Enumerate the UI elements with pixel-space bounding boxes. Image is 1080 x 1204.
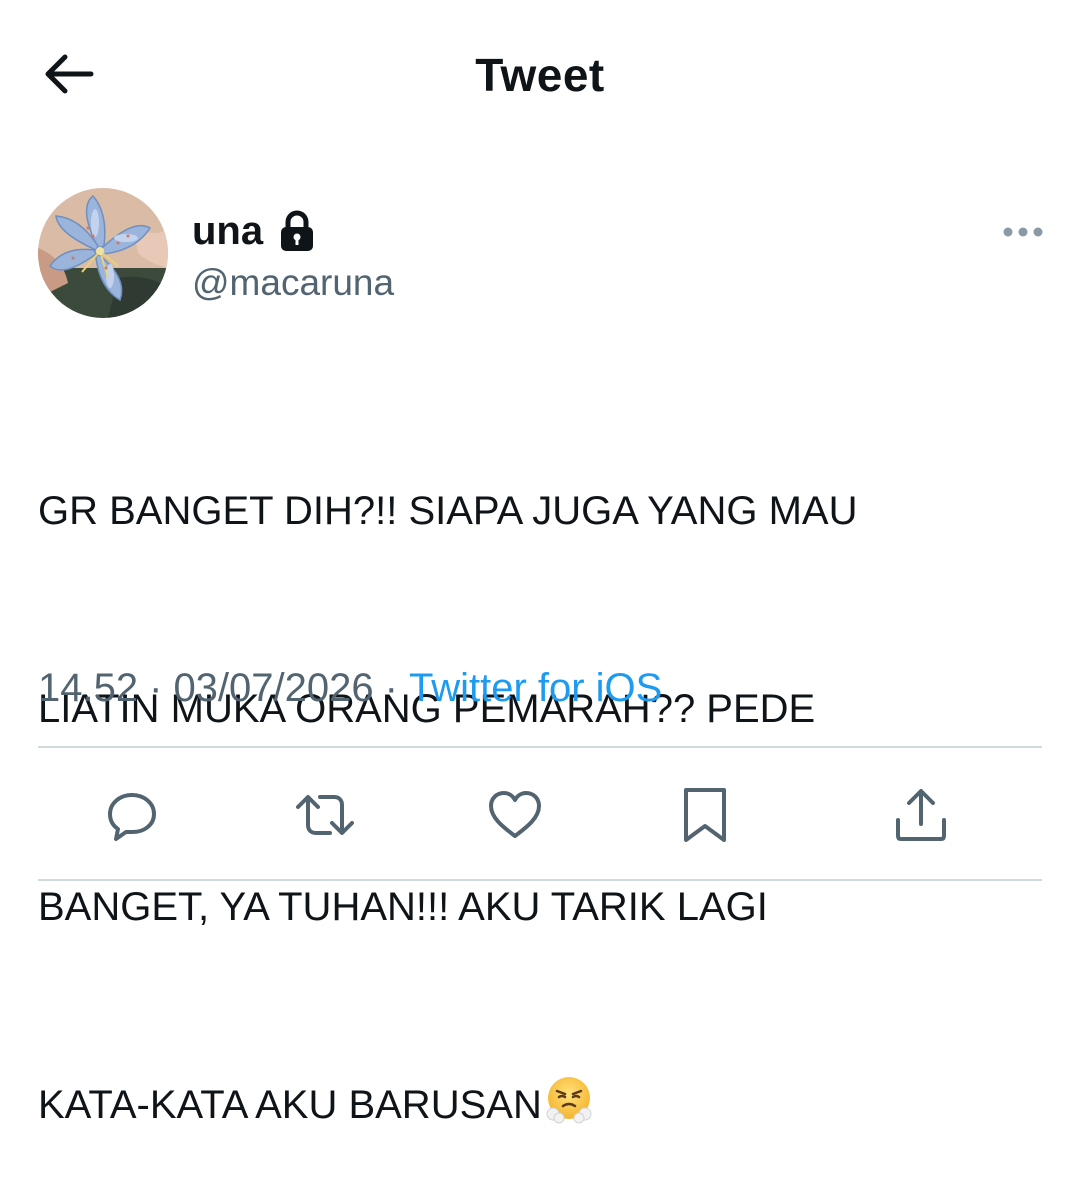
lock-icon [279, 209, 315, 253]
author-name-row[interactable]: una [192, 204, 315, 258]
tweet-date: 03/07/2026 [173, 665, 374, 710]
bookmark-icon [684, 788, 726, 842]
tweet-text-line: KATA-KATA AKU BARUSAN [38, 1083, 542, 1127]
tweet-text-line: BANGET, YA TUHAN!!! AKU TARIK LAGI [38, 885, 768, 929]
user-handle[interactable]: @macaruna [192, 262, 394, 304]
like-button[interactable] [480, 780, 550, 850]
tweet-text-last-line: KATA-KATA AKU BARUSAN [38, 1072, 1048, 1138]
page-title: Tweet [475, 49, 605, 101]
avatar-image [38, 188, 168, 318]
tweet-metadata: 14.52 · 03/07/2026 · Twitter for iOS [38, 660, 662, 716]
tweet-source-link[interactable]: Twitter for iOS [409, 666, 662, 711]
more-options-button[interactable] [998, 212, 1048, 252]
meta-separator: · [384, 665, 398, 710]
tweet-action-bar [0, 780, 1080, 850]
like-icon [489, 791, 541, 838]
tweet-time: 14.52 [38, 665, 139, 710]
retweet-button[interactable] [290, 780, 360, 850]
divider [38, 879, 1042, 881]
tweet-text: GR BANGET DIH?!! SIAPA JUGA YANG MAU LIA… [38, 346, 1048, 1204]
reply-icon [108, 793, 156, 841]
retweet-icon [296, 795, 354, 835]
top-bar: Tweet [0, 0, 1080, 150]
tweet-text-line: GR BANGET DIH?!! SIAPA JUGA YANG MAU [38, 489, 858, 533]
avatar[interactable] [38, 188, 168, 318]
reply-button[interactable] [97, 780, 167, 850]
more-horizontal-icon [1003, 227, 1043, 237]
meta-separator: · [149, 665, 163, 710]
share-button[interactable] [886, 780, 956, 850]
face-with-steam-from-nose-emoji [544, 1074, 594, 1124]
bookmark-button[interactable] [670, 780, 740, 850]
share-icon [896, 789, 946, 841]
divider [38, 746, 1042, 748]
display-name[interactable]: una [192, 209, 263, 254]
